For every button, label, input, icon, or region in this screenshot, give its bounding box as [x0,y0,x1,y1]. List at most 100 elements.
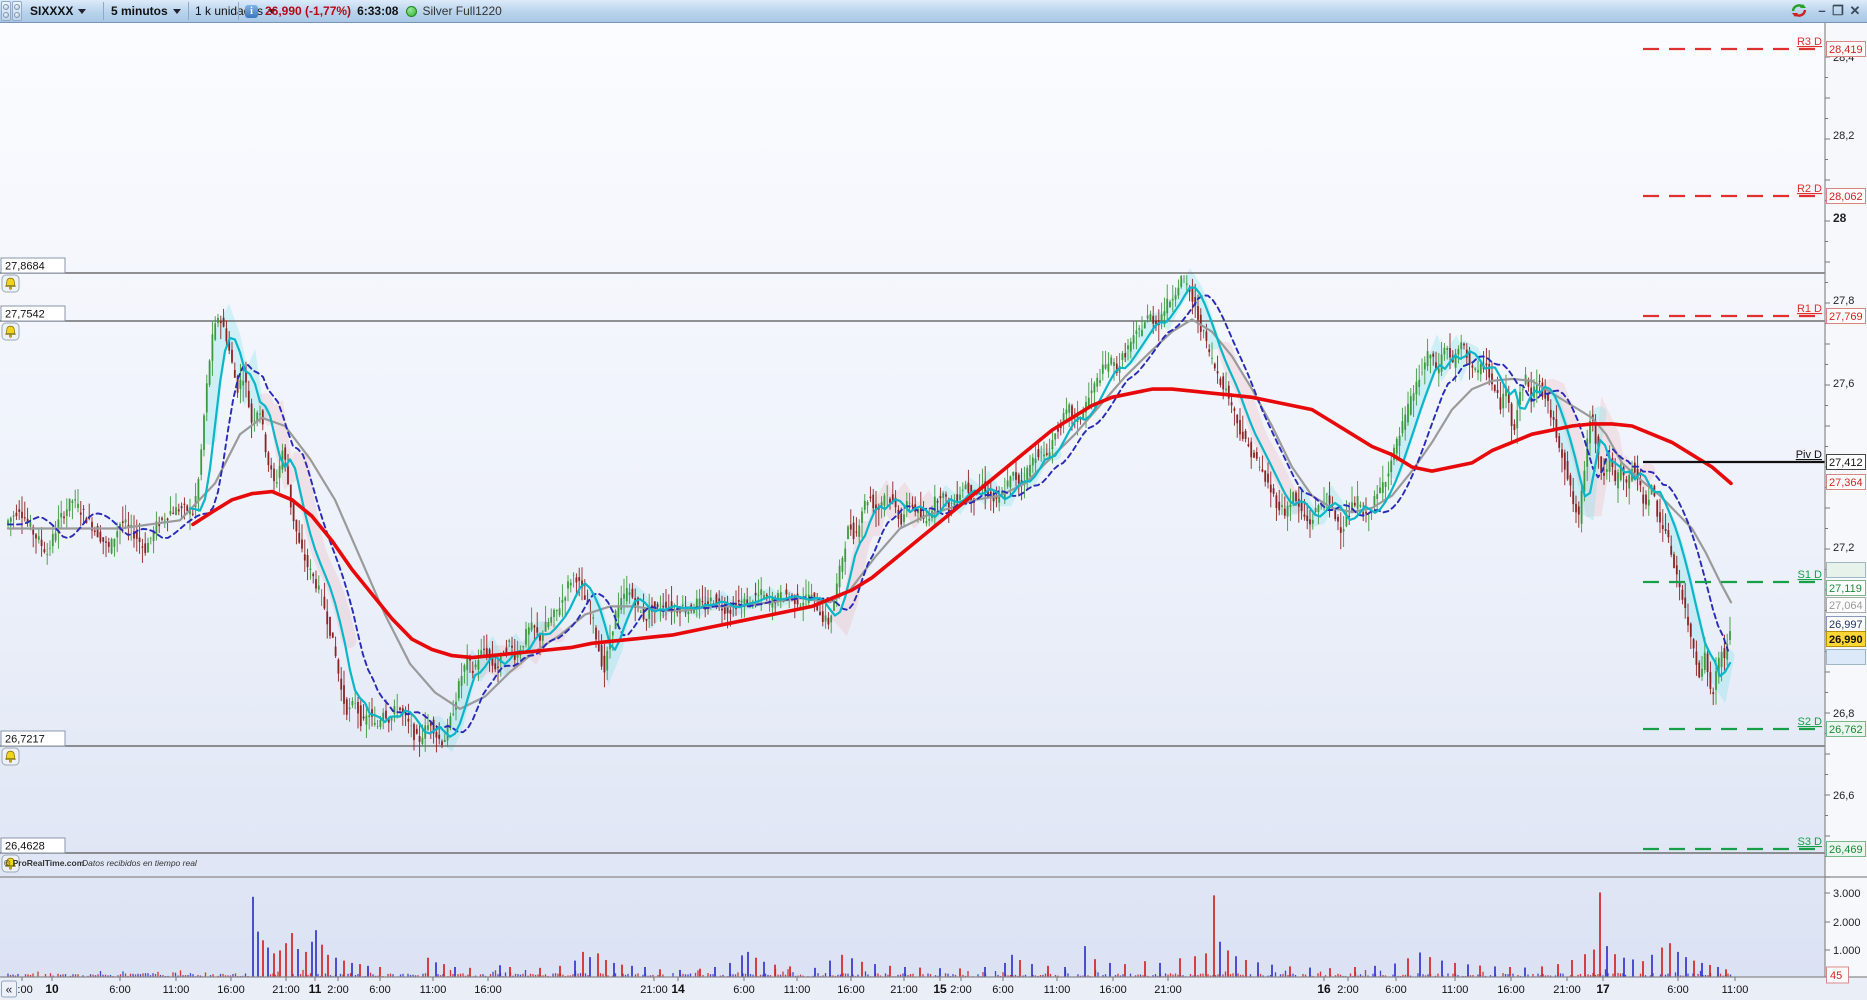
chevron-down-icon [78,8,87,14]
time-tick-label: 2:00 [950,984,971,996]
price-tick-label: 28 [1833,211,1847,225]
time-tick-label: 11:00 [784,984,811,996]
bell-body [5,750,16,759]
time-tick-label: 17 [1596,982,1610,996]
time-tick-label: 14 [671,982,685,996]
time-tick-label: 11:00 [163,984,190,996]
close-button[interactable]: ✕ [1848,3,1862,18]
price-axis-label-box: 26,469 [1826,841,1866,857]
time-tick-label: 11:00 [420,984,447,996]
toolbar-separator [103,2,104,20]
pivot-label: R1 D [1797,303,1822,315]
instrument-label: SIXXXX [30,4,74,18]
price-axis-label-box: 28,062 [1826,188,1866,204]
price-axis-label-box [1826,562,1866,578]
time-tick-label: 21:00 [1553,984,1581,996]
price-axis-label-box [1826,649,1866,665]
time-tick-label: 21:00 [640,984,668,996]
pivot-label: S2 D [1798,716,1823,728]
sync-icon[interactable] [1789,2,1811,20]
toolbar-separator [238,2,239,20]
copyright-text: © ProRealTime.com [4,858,85,868]
alarm-price-label: 26,7217 [0,730,66,747]
label-box-text: 27,119 [1829,583,1862,595]
time-tick-label: 16:00 [474,984,502,996]
alarm-bell-icon[interactable] [1,274,20,293]
bell-clapper [9,759,12,763]
time-tick-label: 6:00 [369,984,390,996]
alarm-price-label: 27,8684 [0,257,66,274]
info-icon[interactable]: i [245,4,258,18]
time-tick-label: 11:00 [1722,984,1749,996]
countdown-timer: 6:33:08 [357,4,399,18]
pivot-label: R2 D [1797,183,1822,195]
time-tick-label: 16:00 [1099,984,1127,996]
label-box-text: 26,990 [1829,634,1863,646]
toolbar-separator [188,2,189,20]
chevron-down-icon [172,8,181,14]
alarm-label-text: 26,7217 [5,734,45,746]
minimize-button[interactable]: – [1815,3,1829,18]
pivot-label: R3 D [1797,36,1822,48]
timeframe-label: 5 minutos [111,4,168,18]
label-box-text: 26,997 [1829,619,1863,631]
label-box-rect [1826,649,1866,665]
time-tick-label: 16:00 [1497,984,1525,996]
price-tick-label: 27,6 [1833,378,1854,390]
quote-group: i 26,990 (-1,77%) 6:33:08 Silver Full122… [245,0,502,22]
label-box-text: 27,364 [1829,477,1863,489]
instrument-dropdown[interactable]: SIXXXX [30,0,87,22]
label-box-rect [1826,562,1866,578]
time-tick-label: 6:00 [992,984,1013,996]
time-tick-label: 11 [309,982,322,996]
chart-canvas[interactable]: R3 DR2 DR1 DPiv DS1 DS2 DS3 D28,428,2282… [0,23,1867,1000]
toolbar: SIXXXX 5 minutos 1 k unidades i 26,990 (… [0,0,1867,23]
feed-name: Silver Full1220 [422,4,502,18]
price-axis-label-box: 27,769 [1826,308,1866,324]
pivot-label: S3 D [1798,836,1823,848]
alarm-bell-icon[interactable] [1,322,20,341]
price-axis-label-box: 26,762 [1826,721,1866,737]
alarm-bell-icon[interactable] [1,747,20,766]
price-axis-label-box: 27,364 [1826,474,1866,490]
axis-column-background [1825,23,1867,977]
alarm-price-label: 26,4628 [0,837,66,854]
time-tick-label: 21:00 [1154,984,1182,996]
price-axis-label-box: 26,990 [1826,631,1866,647]
time-tick-label: 2:00 [327,984,348,996]
current-volume-text: 45 [1830,970,1842,982]
label-box-text: 27,064 [1829,600,1863,612]
price-tick-label: 26,8 [1833,708,1854,720]
label-box-text: 27,412 [1829,457,1863,469]
last-price-and-change: 26,990 (-1,77%) [265,4,352,18]
time-tick-label: 2:00 [1337,984,1358,996]
volume-tick-label: 2.000 [1833,917,1861,929]
price-tick-label: 27,8 [1833,295,1854,307]
time-tick-label: 11:00 [1442,984,1469,996]
rewind-glyph: « [6,983,13,997]
time-tick-label: 11:00 [1044,984,1071,996]
bell-body [5,325,16,334]
price-axis-label-box: 26,997 [1826,616,1866,632]
price-tick-label: 26,6 [1833,790,1854,802]
price-tick-label: 27,2 [1833,542,1854,554]
time-tick-label: 16:00 [217,984,245,996]
toolbar-grip-handle2[interactable] [12,1,22,21]
volume-tick-label: 3.000 [1833,888,1861,900]
time-tick-label: 16:00 [837,984,865,996]
timeframe-dropdown[interactable]: 5 minutos [111,0,181,22]
price-axis-label-box: 27,064 [1826,597,1866,613]
time-tick-label: 16 [1317,982,1331,996]
time-tick-label: 6:00 [1667,984,1688,996]
restore-button[interactable]: ❐ [1831,3,1845,18]
bell-clapper [9,286,12,290]
pivot-label: S1 D [1798,569,1823,581]
toolbar-grip-handle[interactable] [1,1,11,21]
time-tick-label: 15 [933,982,947,996]
time-tick-label: 6:00 [733,984,754,996]
alarm-label-text: 26,4628 [5,841,45,853]
rewind-button[interactable]: « [1,980,17,998]
time-tick-label: 10 [45,982,59,996]
bell-clapper [9,334,12,338]
label-box-text: 26,762 [1829,724,1863,736]
